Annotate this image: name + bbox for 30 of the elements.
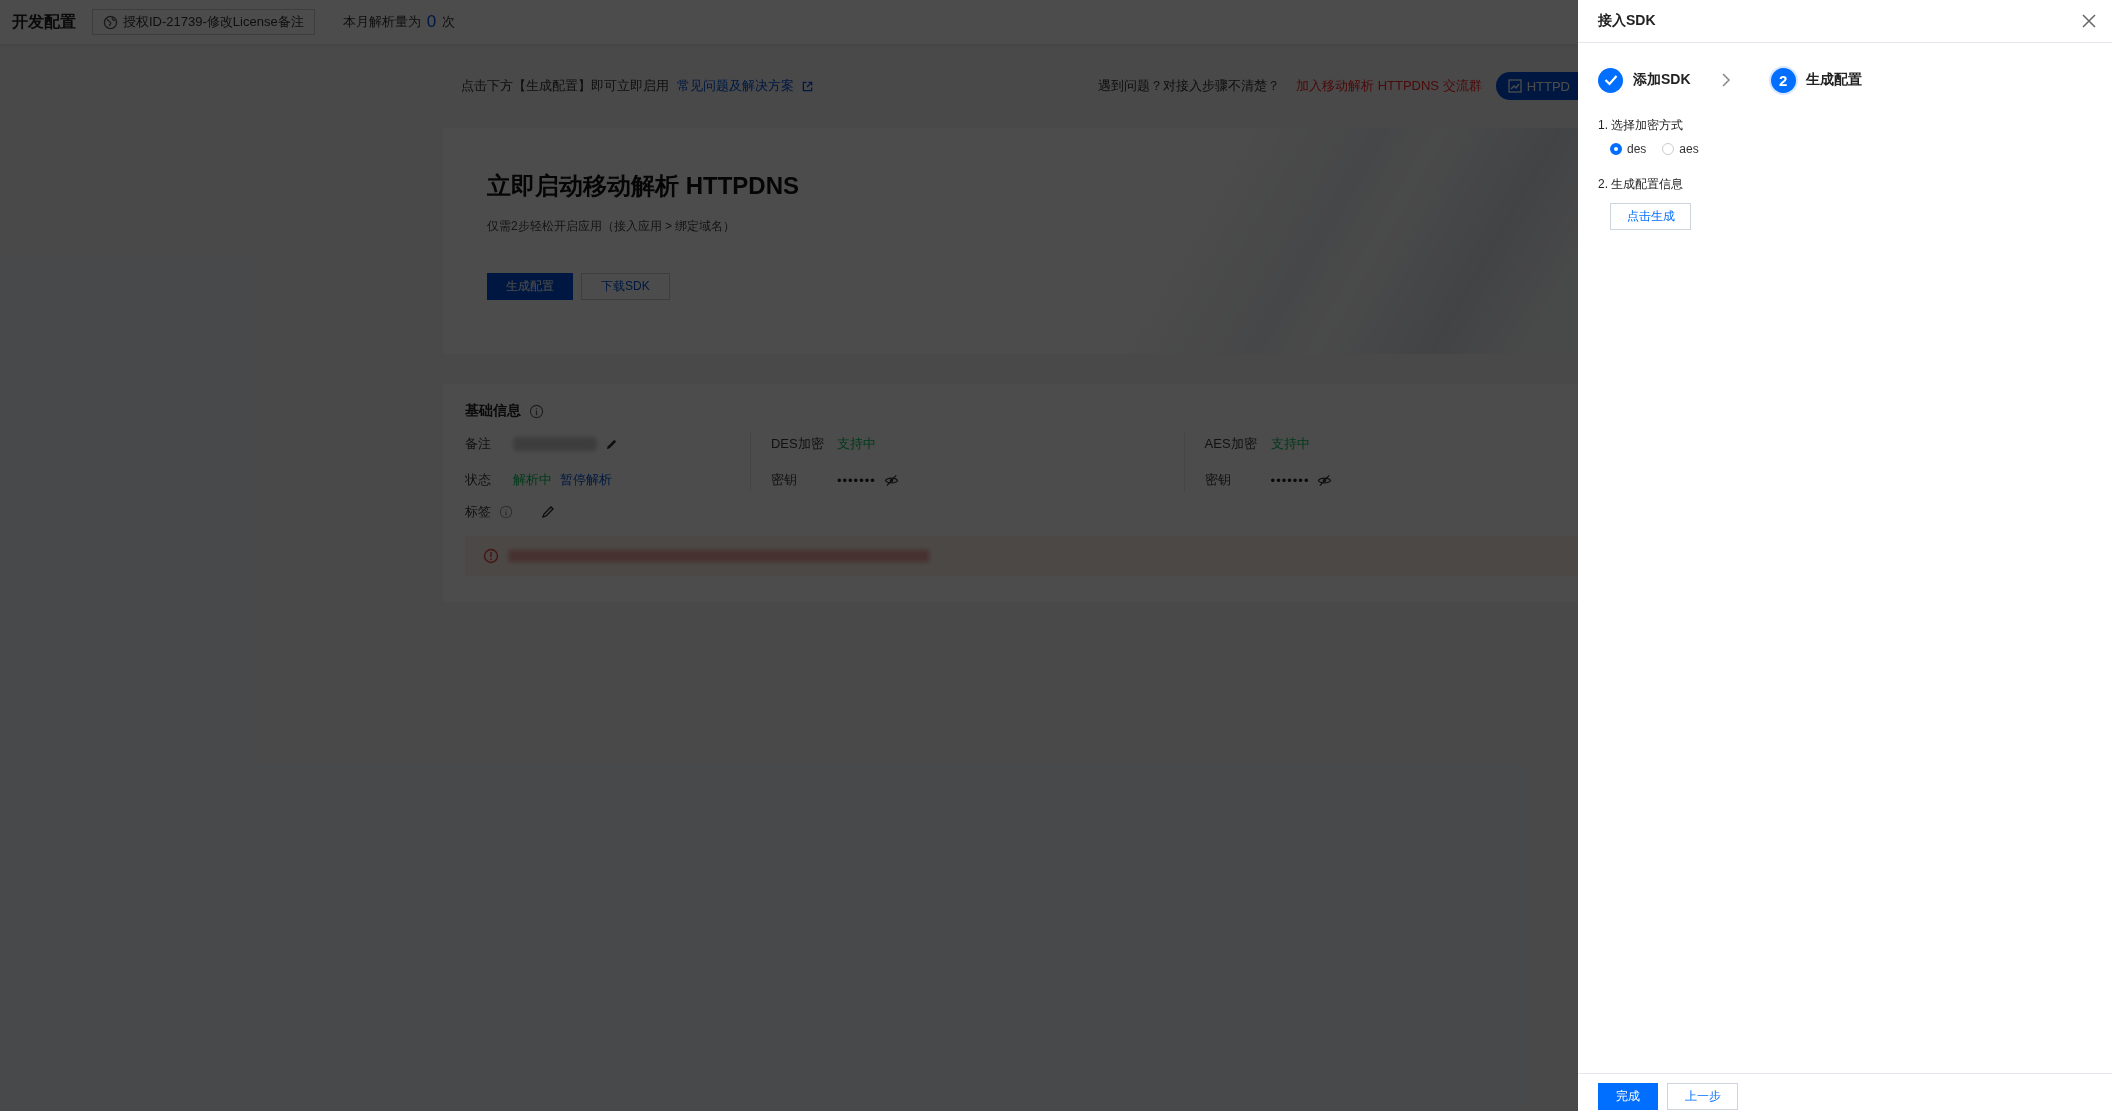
section-label: 2. 生成配置信息 — [1598, 176, 1685, 193]
status-value: 解析中 — [513, 471, 552, 489]
encryption-label: AES加密 — [1204, 435, 1258, 453]
step-label: 生成配置 — [1805, 71, 1862, 89]
chevron-right-icon — [1720, 73, 1731, 87]
usage-label: 本月解析量为 — [342, 13, 421, 31]
page-title: 开发配置 — [12, 11, 76, 32]
usage-count: 0 — [426, 12, 437, 32]
key-label: 密钥 — [770, 471, 798, 489]
step-label: 添加SDK — [1633, 71, 1691, 89]
encryption-status: 支持中 — [1270, 435, 1310, 453]
finish-button[interactable]: 完成 — [1598, 1083, 1658, 1110]
encryption-status: 支持中 — [836, 435, 876, 453]
section-title: 基础信息 — [465, 402, 521, 420]
key-label: 密钥 — [1204, 471, 1232, 489]
section-label: 1. 选择加密方式 — [1598, 117, 1685, 134]
generate-button[interactable]: 点击生成 — [1610, 203, 1691, 230]
usage-unit: 次 — [442, 13, 456, 31]
encryption-label: DES加密 — [770, 435, 825, 453]
hero-title: 立即启动移动解析 HTTPDNS — [487, 171, 800, 201]
close-icon[interactable] — [2082, 14, 2096, 28]
drawer-title: 接入SDK — [1598, 12, 1656, 30]
note-label: 备注 — [465, 435, 492, 453]
key-value: ••••••• — [1270, 472, 1310, 488]
check-icon — [1603, 74, 1618, 86]
radio-option[interactable]: aes — [1662, 142, 1699, 156]
previous-button[interactable]: 上一步 — [1667, 1083, 1738, 1110]
radio-option[interactable]: des — [1610, 142, 1647, 156]
step-indicator: 2 — [1770, 67, 1796, 93]
key-value: ••••••• — [836, 472, 876, 488]
